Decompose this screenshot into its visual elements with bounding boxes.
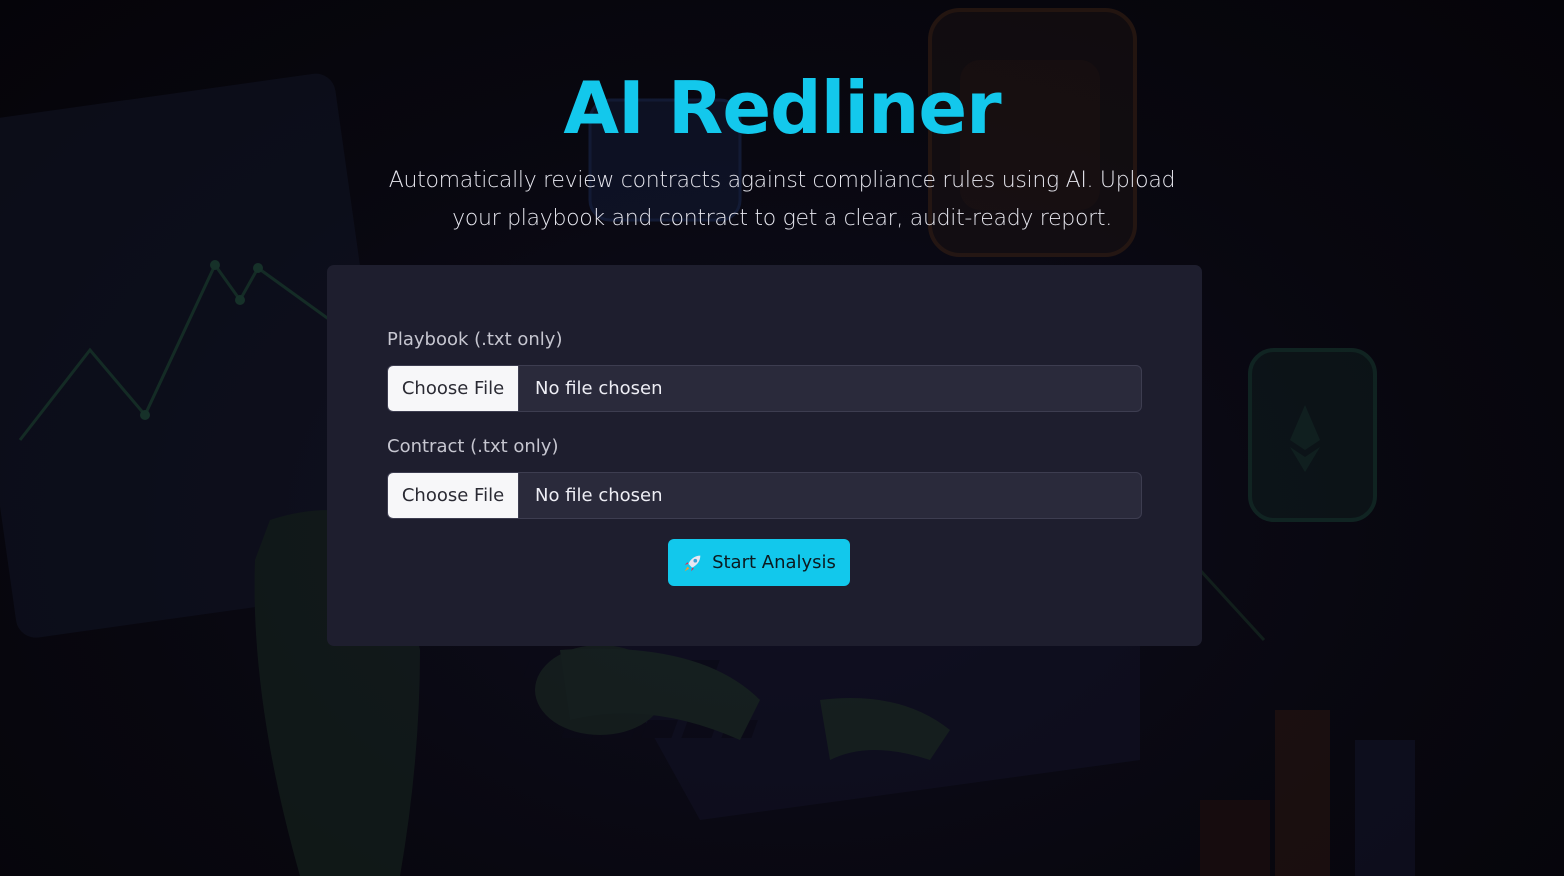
playbook-file-input[interactable]: Choose File No file chosen bbox=[387, 365, 1142, 412]
contract-label: Contract (.txt only) bbox=[387, 436, 559, 457]
contract-choose-file-button[interactable]: Choose File bbox=[388, 473, 519, 518]
start-analysis-button[interactable]: Start Analysis bbox=[668, 539, 850, 586]
page-subtitle: Automatically review contracts against c… bbox=[388, 168, 1176, 231]
hero: AI Redliner Automatically review contrac… bbox=[0, 62, 1564, 238]
page: AI Redliner Automatically review contrac… bbox=[0, 0, 1564, 876]
playbook-file-status: No file chosen bbox=[535, 378, 663, 399]
page-title: AI Redliner bbox=[563, 66, 1001, 150]
playbook-label: Playbook (.txt only) bbox=[387, 329, 563, 350]
contract-file-input[interactable]: Choose File No file chosen bbox=[387, 472, 1142, 519]
start-analysis-label: Start Analysis bbox=[712, 552, 836, 573]
contract-file-status: No file chosen bbox=[535, 485, 663, 506]
upload-card: Playbook (.txt only) Choose File No file… bbox=[327, 265, 1202, 646]
playbook-choose-file-button[interactable]: Choose File bbox=[388, 366, 519, 411]
rocket-icon bbox=[684, 555, 701, 571]
